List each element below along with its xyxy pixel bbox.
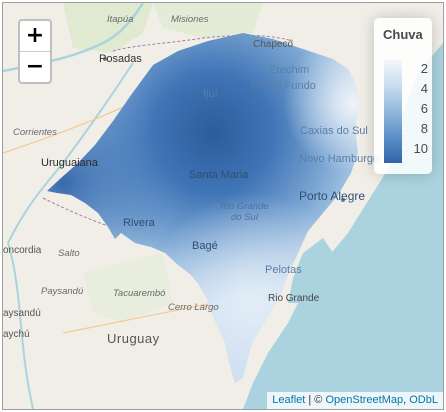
legend-title: Chuva: [383, 27, 423, 42]
label-concordia: oncordia: [3, 245, 42, 256]
legend-tick-label: 6: [420, 101, 428, 116]
osm-link[interactable]: OpenStreetMap: [325, 394, 403, 406]
map-container[interactable]: Itapúa Misiones Posadas Chapecó Erechim …: [2, 2, 444, 410]
label-erechim: Erechim: [269, 64, 310, 76]
label-passo-fundo: Passo Fundo: [251, 80, 316, 92]
label-chapeco: Chapecó: [253, 39, 294, 50]
leaflet-link[interactable]: Leaflet: [272, 394, 305, 406]
label-paysandu: Paysandú: [41, 286, 84, 297]
label-itapua: Itapúa: [107, 14, 134, 25]
label-corrientes: Corrientes: [13, 127, 57, 138]
zoom-out-button[interactable]: −: [20, 52, 50, 82]
label-uruguaiana: Uruguaiana: [41, 157, 98, 169]
label-ijui: Ijuí: [203, 88, 218, 100]
label-aysandu: aysandú: [3, 308, 41, 319]
legend-tick-label: 4: [420, 81, 428, 96]
legend-tick-label: 10: [413, 141, 428, 156]
label-uruguay: Uruguay: [107, 331, 160, 346]
label-salto: Salto: [58, 248, 80, 259]
odbl-link[interactable]: ODbL: [409, 394, 438, 406]
label-cerro-largo: Cerro Largo: [168, 302, 219, 313]
legend-tick-label: 8: [420, 121, 428, 136]
label-santa-maria: Santa Maria: [189, 169, 249, 181]
label-rgs-2: do Sul: [231, 212, 258, 223]
legend-panel: Chuva 2 4 6 8 10: [374, 18, 432, 174]
zoom-control: + −: [18, 19, 52, 84]
attribution: Leaflet | © OpenStreetMap, ODbL: [267, 392, 443, 409]
label-rivera: Rivera: [123, 217, 155, 229]
zoom-in-button[interactable]: +: [20, 21, 50, 52]
label-pelotas: Pelotas: [265, 264, 302, 276]
label-misiones: Misiones: [171, 14, 209, 25]
label-tacuarembo: Tacuarembó: [113, 288, 166, 299]
label-caxias: Caxias do Sul: [300, 125, 368, 137]
label-rio-grande: Rio Grande: [268, 293, 320, 304]
legend-tick-label: 2: [420, 61, 428, 76]
label-posadas: Posadas: [99, 53, 142, 65]
label-bage: Bagé: [192, 240, 218, 252]
label-aychu: aychú: [3, 329, 30, 340]
attribution-separator: | ©: [305, 394, 326, 406]
label-novo-hamburgo: Novo Hamburgo: [299, 153, 380, 165]
label-porto-alegre: Porto Alegre: [299, 189, 366, 203]
